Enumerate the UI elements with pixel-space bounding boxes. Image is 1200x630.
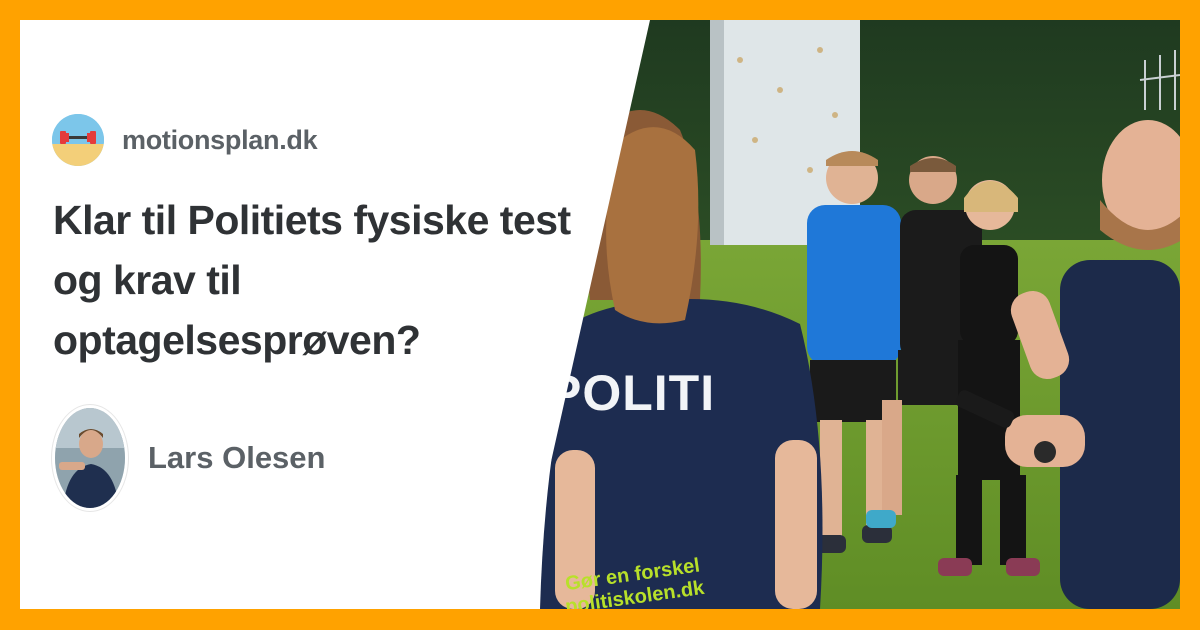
dumbbell-beach-icon (52, 114, 104, 166)
author-avatar (52, 405, 128, 511)
site-branding[interactable]: motionsplan.dk (52, 114, 318, 166)
share-card: POLITI Gør en forskel politiskolen.dk mo… (20, 20, 1180, 609)
site-name[interactable]: motionsplan.dk (122, 125, 318, 156)
author-byline[interactable]: Lars Olesen (52, 405, 325, 511)
article-title[interactable]: Klar til Politiets fysiske test og krav … (53, 190, 613, 370)
author-name[interactable]: Lars Olesen (148, 440, 325, 476)
